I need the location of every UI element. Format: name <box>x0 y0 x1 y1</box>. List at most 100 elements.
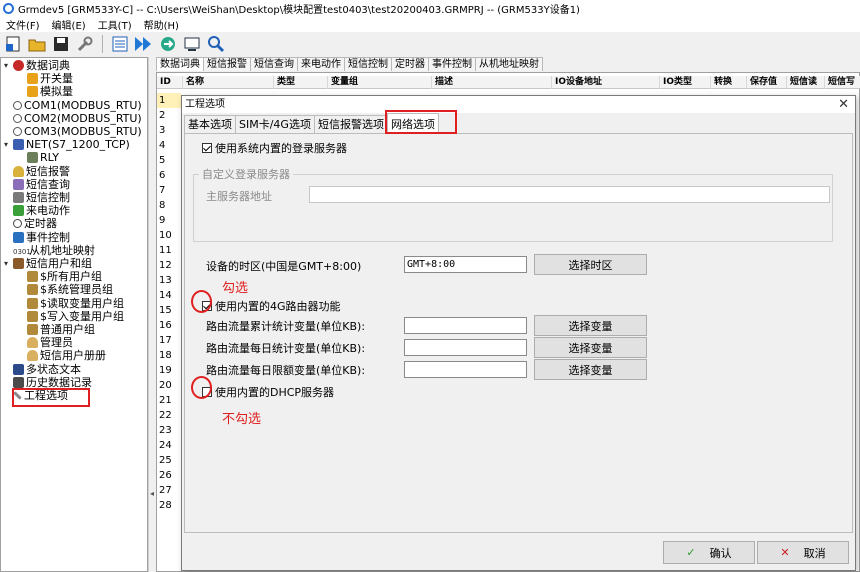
table-row[interactable]: 12 <box>157 258 181 273</box>
search-icon[interactable] <box>206 34 226 54</box>
table-row[interactable]: 11 <box>157 243 181 258</box>
tab-sms-query[interactable]: 短信查询 <box>250 57 298 71</box>
traffic-total-input[interactable] <box>404 317 527 334</box>
expander-icon[interactable]: ▾ <box>4 59 13 72</box>
table-row[interactable]: 3 <box>157 123 181 138</box>
menu-file[interactable]: 文件(F) <box>0 17 46 32</box>
table-row[interactable]: 15 <box>157 303 181 318</box>
collapse-arrow-icon[interactable]: ◂ <box>150 489 154 498</box>
table-row[interactable]: 9 <box>157 213 181 228</box>
tree-item[interactable]: ▾ 短信用户和组 <box>4 257 92 270</box>
main-server-input[interactable] <box>309 186 830 203</box>
tab-data-dictionary[interactable]: 数据词典 <box>156 57 204 71</box>
menu-tools[interactable]: 工具(T) <box>92 17 138 32</box>
expander-icon[interactable]: ▾ <box>4 138 13 151</box>
tree-item[interactable]: $所有用户组 <box>18 270 102 283</box>
tab-slave-mapping[interactable]: 从机地址映射 <box>475 57 543 71</box>
table-row[interactable]: 21 <box>157 393 181 408</box>
tab-basic-options[interactable]: 基本选项 <box>184 115 236 133</box>
table-row[interactable]: 23 <box>157 423 181 438</box>
download-icon[interactable] <box>158 34 178 54</box>
table-row[interactable]: 24 <box>157 438 181 453</box>
new-file-icon[interactable] <box>3 34 23 54</box>
col-desc[interactable]: 描述 <box>432 76 552 89</box>
menu-help[interactable]: 帮助(H) <box>138 17 185 32</box>
timezone-input[interactable]: GMT+8:00 <box>404 256 527 273</box>
col-name[interactable]: 名称 <box>183 76 274 89</box>
col-save[interactable]: 保存值 <box>747 76 787 89</box>
tree-item[interactable]: COM2(MODBUS_RTU) <box>4 112 142 125</box>
table-row[interactable]: 10 <box>157 228 181 243</box>
tab-event-control[interactable]: 事件控制 <box>428 57 476 71</box>
wrench-icon[interactable] <box>75 34 95 54</box>
table-row[interactable]: 6 <box>157 168 181 183</box>
device-icon[interactable] <box>182 34 202 54</box>
checkbox-box[interactable] <box>202 143 212 153</box>
tree-item[interactable]: ▾ NET(S7_1200_TCP) <box>4 138 130 151</box>
tree-item[interactable]: 来电动作 <box>4 204 70 217</box>
table-row[interactable]: 26 <box>157 468 181 483</box>
tree-item[interactable]: ▾ 数据词典 <box>4 59 70 72</box>
expander-icon[interactable]: ▾ <box>4 257 13 270</box>
table-row[interactable]: 7 <box>157 183 181 198</box>
col-sms-read[interactable]: 短信读 <box>787 76 825 89</box>
open-folder-icon[interactable] <box>27 34 47 54</box>
use-dhcp-checkbox[interactable]: 使用内置的DHCP服务器 <box>202 384 334 400</box>
tree-item[interactable]: 短信报警 <box>4 165 70 178</box>
table-row[interactable]: 4 <box>157 138 181 153</box>
col-io-type[interactable]: IO类型 <box>660 76 711 89</box>
tree-item[interactable]: 事件控制 <box>4 231 70 244</box>
table-row[interactable]: 8 <box>157 198 181 213</box>
tree-item[interactable]: 多状态文本 <box>4 363 81 376</box>
splitter[interactable]: ◂ <box>148 57 155 572</box>
tree-item[interactable]: 短信查询 <box>4 178 70 191</box>
tree-item[interactable]: 模拟量 <box>18 85 73 98</box>
table-row[interactable]: 27 <box>157 483 181 498</box>
tree-item[interactable]: 普通用户组 <box>18 323 95 336</box>
tree-item[interactable]: RLY <box>18 151 59 164</box>
use-4g-router-checkbox[interactable]: 使用内置的4G路由器功能 <box>202 298 341 314</box>
tree-item[interactable]: 短信控制 <box>4 191 70 204</box>
choose-var-button-limit[interactable]: 选择变量 <box>534 359 647 380</box>
menu-edit[interactable]: 编辑(E) <box>46 17 92 32</box>
table-row[interactable]: 25 <box>157 453 181 468</box>
compile-icon[interactable] <box>110 34 130 54</box>
table-row[interactable]: 17 <box>157 333 181 348</box>
col-sms-write[interactable]: 短信写 <box>825 76 860 89</box>
use-builtin-login-checkbox[interactable]: 使用系统内置的登录服务器 <box>202 140 347 156</box>
col-io-address[interactable]: IO设备地址 <box>552 76 660 89</box>
col-convert[interactable]: 转换 <box>711 76 747 89</box>
tab-sms-alarm[interactable]: 短信报警 <box>203 57 251 71</box>
table-row[interactable]: 1 <box>157 93 181 108</box>
table-row[interactable]: 18 <box>157 348 181 363</box>
choose-timezone-button[interactable]: 选择时区 <box>534 254 647 275</box>
tab-sms-alarm-options[interactable]: 短信报警选项 <box>313 115 388 133</box>
table-row[interactable]: 13 <box>157 273 181 288</box>
tree-item[interactable]: $系统管理员组 <box>18 283 113 296</box>
tab-incoming-call[interactable]: 来电动作 <box>297 57 345 71</box>
table-row[interactable]: 19 <box>157 363 181 378</box>
table-row[interactable]: 5 <box>157 153 181 168</box>
close-icon[interactable]: ✕ <box>838 96 849 113</box>
table-row[interactable]: 20 <box>157 378 181 393</box>
tree-item[interactable]: $写入变量用户组 <box>18 310 124 323</box>
tab-timer[interactable]: 定时器 <box>391 57 429 71</box>
run-icon[interactable] <box>134 34 154 54</box>
table-row[interactable]: 28 <box>157 498 181 513</box>
col-id[interactable]: ID <box>157 76 183 89</box>
tree-item[interactable]: 定时器 <box>4 217 57 230</box>
cancel-button[interactable]: ✕ 取消 <box>757 541 849 564</box>
tab-sms-control[interactable]: 短信控制 <box>344 57 392 71</box>
traffic-limit-input[interactable] <box>404 361 527 378</box>
traffic-daily-input[interactable] <box>404 339 527 356</box>
tree-item[interactable]: 0301 从机地址映射 <box>4 244 95 257</box>
tree-item[interactable]: 历史数据记录 <box>4 376 92 389</box>
tree-item[interactable]: 短信用户册册 <box>18 349 106 362</box>
ok-button[interactable]: ✓ 确认 <box>663 541 755 564</box>
col-type[interactable]: 类型 <box>274 76 328 89</box>
tree-item[interactable]: 开关量 <box>18 72 73 85</box>
tree-item[interactable]: 管理员 <box>18 336 73 349</box>
tree-item[interactable]: $读取变量用户组 <box>18 297 124 310</box>
col-group[interactable]: 变量组 <box>328 76 432 89</box>
table-row[interactable]: 16 <box>157 318 181 333</box>
